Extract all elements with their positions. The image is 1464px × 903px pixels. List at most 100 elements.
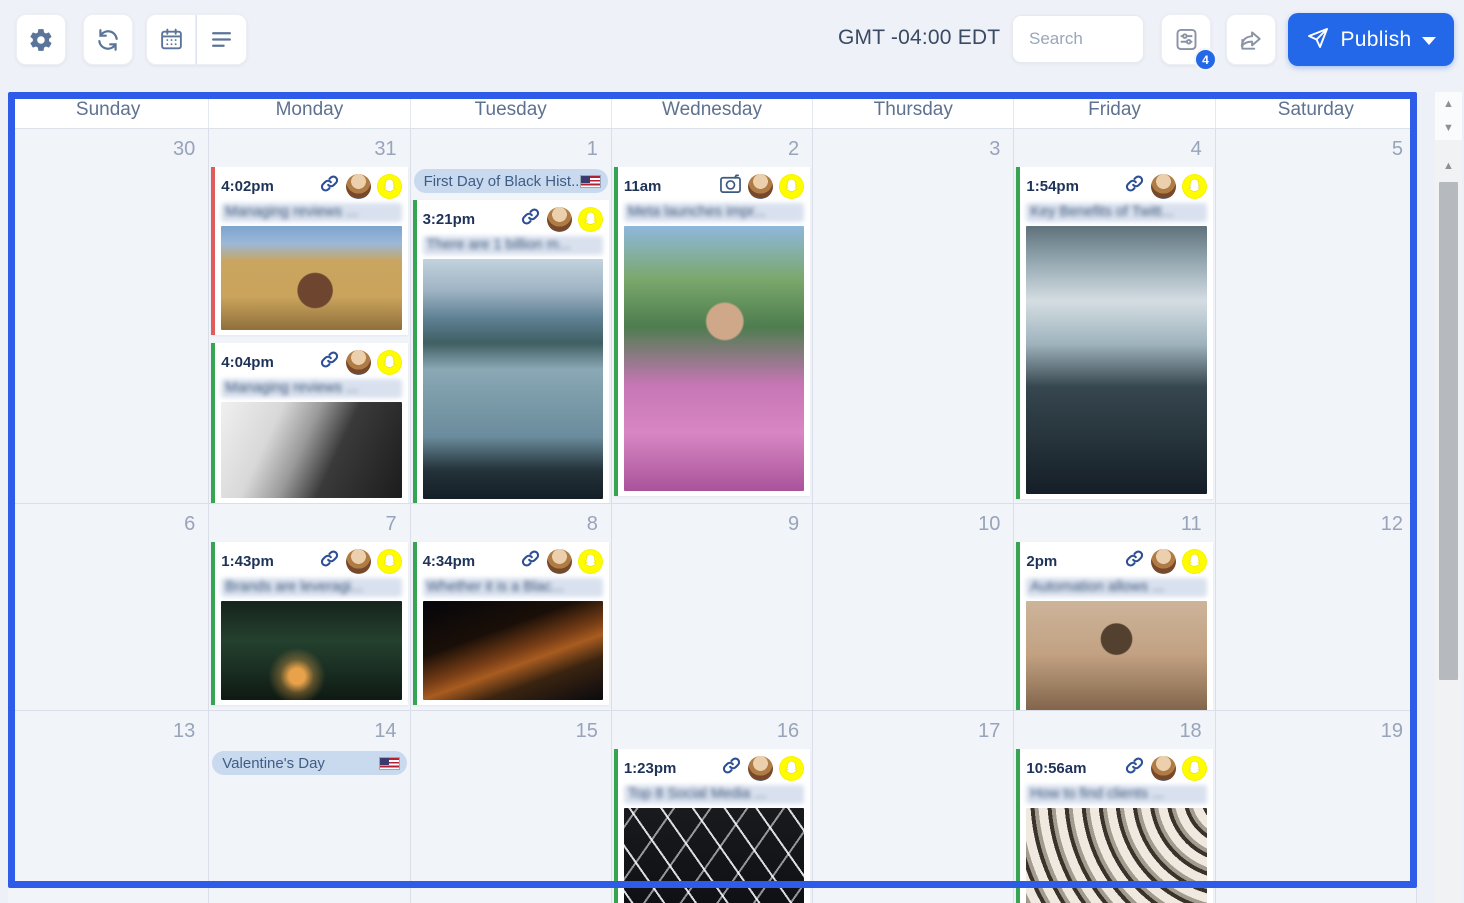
- day-cell[interactable]: 18 10:56am How to find clients ...: [1014, 711, 1216, 903]
- scroll-down-arrow[interactable]: ▼: [1435, 116, 1462, 140]
- post-card[interactable]: 4:04pm Managing reviews ...: [211, 343, 408, 503]
- day-cell[interactable]: 30: [8, 129, 210, 503]
- post-title-blurred: Key Benefits of Twitt...: [1026, 203, 1207, 222]
- post-header: 4:04pm: [221, 348, 403, 376]
- post-icons: [1124, 173, 1209, 199]
- holiday-event[interactable]: Valentine's Day: [212, 751, 407, 775]
- post-title-blurred: Automation allows ...: [1026, 578, 1207, 597]
- post-time: 11am: [623, 177, 662, 195]
- post-card[interactable]: 1:43pm Brands are leveragi...: [211, 542, 408, 705]
- snapchat-icon: [577, 548, 603, 574]
- us-flag-icon: [378, 756, 400, 770]
- post-header: 10:56am: [1026, 754, 1208, 782]
- calendar-icon: [159, 27, 184, 52]
- link-icon: [520, 206, 541, 232]
- day-cell[interactable]: 4 1:54pm Key Benefits of Twitt...: [1014, 129, 1216, 503]
- post-card[interactable]: 4:02pm Managing reviews ...: [211, 167, 408, 335]
- filter-button[interactable]: 4: [1161, 14, 1217, 71]
- post-title-blurred: There are 1 billion m...: [422, 236, 603, 255]
- day-cell[interactable]: 2 11am Meta launches impr...: [611, 129, 814, 503]
- day-number: 18: [1179, 720, 1202, 742]
- post-icons: [520, 548, 605, 574]
- post-image: [221, 226, 402, 330]
- publish-button[interactable]: Publish: [1288, 13, 1454, 66]
- day-number: 14: [374, 720, 397, 742]
- post-header: 1:43pm: [221, 547, 403, 575]
- day-number: 2: [788, 138, 800, 160]
- holiday-label: First Day of Black Hist...: [423, 172, 580, 190]
- snapchat-icon: [1181, 173, 1207, 199]
- post-image: [221, 601, 402, 700]
- settings-button[interactable]: [16, 14, 66, 65]
- day-cell[interactable]: 9: [611, 504, 814, 710]
- post-image: [623, 808, 805, 903]
- post-title-blurred: Brands are leveragi...: [221, 578, 402, 597]
- refresh-button[interactable]: [83, 14, 133, 65]
- day-cell[interactable]: 8 4:34pm Whether it is a Blac...: [410, 504, 612, 710]
- post-card[interactable]: 4:34pm Whether it is a Blac...: [412, 542, 609, 705]
- search-input[interactable]: [1012, 15, 1144, 63]
- post-time: 2pm: [1026, 552, 1058, 570]
- day-cell[interactable]: 7 1:43pm Brands are leveragi...: [209, 504, 411, 710]
- day-number: 1: [586, 138, 598, 160]
- day-number: 3: [989, 138, 1001, 160]
- day-number: 30: [173, 138, 196, 160]
- avatar: [546, 206, 572, 232]
- day-cell[interactable]: 1 First Day of Black Hist... 3:21pm There a…: [410, 129, 612, 503]
- scrollbar-thumb[interactable]: [1439, 182, 1458, 680]
- inner-scroll-up-arrow[interactable]: ▲: [1435, 154, 1462, 178]
- post-header: 4:34pm: [423, 547, 605, 575]
- day-cell[interactable]: 10: [813, 504, 1015, 710]
- list-view-button[interactable]: [197, 14, 247, 65]
- avatar: [1150, 173, 1176, 199]
- post-card[interactable]: 1:54pm Key Benefits of Twitt...: [1016, 167, 1213, 499]
- avatar: [345, 173, 371, 199]
- post-card[interactable]: 1:23pm Top 8 Social Media ...: [613, 749, 811, 903]
- post-time: 4:34pm: [422, 552, 476, 570]
- day-number: 8: [586, 513, 598, 535]
- post-icons: [319, 548, 404, 574]
- day-header: Friday: [1014, 92, 1216, 128]
- post-image: [1026, 808, 1207, 903]
- send-plane-icon: [1306, 26, 1330, 53]
- post-card[interactable]: 10:56am How to find clients ...: [1016, 749, 1213, 903]
- share-icon: [1238, 27, 1264, 53]
- day-cell[interactable]: 15: [410, 711, 612, 903]
- day-cell[interactable]: 13: [8, 711, 210, 903]
- filter-sliders-icon: [1173, 26, 1200, 53]
- snapchat-icon: [1181, 755, 1207, 781]
- day-header: Monday: [209, 92, 411, 128]
- share-button[interactable]: [1226, 14, 1276, 65]
- scroll-up-arrow[interactable]: ▲: [1435, 92, 1462, 116]
- post-card[interactable]: 2pm Automation allows ...: [1016, 542, 1213, 710]
- day-number: 9: [788, 513, 800, 535]
- day-number: 16: [776, 720, 800, 742]
- day-number: 12: [1380, 513, 1403, 535]
- post-card[interactable]: 11am Meta launches impr...: [613, 167, 811, 496]
- day-cell[interactable]: 6: [8, 504, 210, 710]
- post-image: [221, 402, 402, 498]
- post-time: 1:54pm: [1026, 177, 1079, 195]
- vertical-scrollbar[interactable]: ▲ ▼ ▲: [1435, 92, 1462, 903]
- day-cell[interactable]: 12: [1215, 504, 1417, 710]
- day-cell[interactable]: 19: [1215, 711, 1417, 903]
- avatar: [748, 755, 774, 781]
- post-image: [623, 226, 805, 491]
- day-cell[interactable]: 16 1:23pm Top 8 Social Media ...: [611, 711, 814, 903]
- post-icons: [1124, 548, 1209, 574]
- day-cell[interactable]: 11 2pm Automation allows ...: [1014, 504, 1216, 710]
- day-cell[interactable]: 3: [813, 129, 1015, 503]
- calendar-view-button[interactable]: [146, 14, 196, 65]
- day-cell[interactable]: 14 Valentine's Day: [209, 711, 411, 903]
- post-icons: [719, 173, 806, 199]
- day-cell[interactable]: 31 4:02pm Managing reviews ... 4:04pm Managi…: [209, 129, 411, 503]
- day-number: 11: [1180, 513, 1202, 535]
- post-header: 1:23pm: [624, 754, 806, 782]
- day-cell[interactable]: 5: [1215, 129, 1417, 503]
- post-card[interactable]: 3:21pm There are 1 billion m...: [412, 200, 609, 503]
- post-header: 4:02pm: [221, 172, 403, 200]
- day-header: Thursday: [813, 92, 1015, 128]
- post-time: 4:02pm: [221, 177, 274, 195]
- day-cell[interactable]: 17: [813, 711, 1015, 903]
- holiday-event[interactable]: First Day of Black Hist...: [413, 169, 608, 193]
